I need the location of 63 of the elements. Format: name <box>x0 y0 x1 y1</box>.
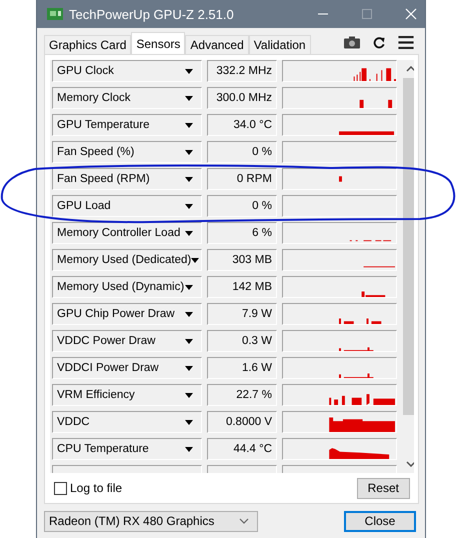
checkbox-label: Log to file <box>70 481 122 495</box>
sensor-value: 6 % <box>207 222 277 244</box>
sensor-select[interactable]: GPU Chip Power Draw <box>52 303 202 325</box>
sensor-select[interactable]: Memory Controller Load <box>52 222 202 244</box>
sensor-select[interactable]: Fan Speed (%) <box>52 141 202 163</box>
sensor-value: 142 MB <box>207 276 277 298</box>
sensor-value: 0.8000 V <box>207 411 277 433</box>
menu-icon[interactable] <box>398 36 414 49</box>
sensor-select[interactable]: GPU Clock <box>52 60 202 82</box>
sensor-select[interactable]: VRM Efficiency <box>52 384 202 406</box>
sensor-select[interactable]: GPU Temperature <box>52 114 202 136</box>
sensor-value: 0.3 W <box>207 330 277 352</box>
sensor-select[interactable]: Memory Clock <box>52 87 202 109</box>
dropdown-arrow-icon <box>185 96 193 100</box>
sensor-value: 303 MB <box>207 249 277 271</box>
sensor-select[interactable]: Fan Speed (RPM) <box>52 168 202 190</box>
close-button[interactable]: Close <box>344 510 416 532</box>
checkbox[interactable] <box>54 482 67 494</box>
dropdown-arrow-icon <box>185 392 193 398</box>
dropdown-arrow-icon <box>185 150 193 154</box>
sensor-value: 0 % <box>207 195 277 217</box>
sensor-value: 34.0 °C <box>207 114 277 136</box>
close-icon[interactable] <box>405 8 417 20</box>
tab[interactable]: Sensors <box>131 32 186 54</box>
sensor-value: 44.4 °C <box>207 438 277 460</box>
sensor-value: 22.7 % <box>207 384 277 406</box>
sensor-value: 7.9 W <box>207 303 277 325</box>
dropdown-arrow-icon <box>185 446 193 452</box>
sensor-value: 0 % <box>207 141 277 163</box>
sensor-value: 0 RPM <box>207 168 277 190</box>
dropdown-arrow-icon <box>185 122 193 128</box>
dropdown-arrow-icon <box>185 284 193 290</box>
tab[interactable]: Validation <box>248 35 311 54</box>
sensor-value: 332.2 MHz <box>207 60 277 82</box>
dropdown-arrow-icon <box>185 312 193 316</box>
sensor-select[interactable]: CPU Temperature <box>52 438 202 460</box>
dropdown-arrow-icon <box>185 420 193 424</box>
dropdown-arrow-icon <box>185 176 193 182</box>
tab[interactable]: Advanced <box>185 35 249 54</box>
window-title: TechPowerUp GPU-Z 2.51.0 <box>69 6 234 22</box>
dropdown-arrow-icon <box>185 204 193 208</box>
sensor-select[interactable]: Memory Used (Dynamic) <box>52 276 202 298</box>
dropdown-arrow-icon <box>191 258 200 262</box>
sensor-value: 1.6 W <box>207 357 277 379</box>
sensor-select[interactable]: GPU Load <box>52 195 202 217</box>
sensor-select[interactable]: Memory Used (Dedicated) <box>52 249 202 271</box>
dropdown-arrow-icon <box>185 68 193 74</box>
sensor-select[interactable]: VDDCI Power Draw <box>52 357 202 379</box>
app-icon <box>47 7 63 21</box>
dropdown-arrow-icon <box>185 338 193 344</box>
chevron-icon <box>239 518 249 524</box>
device-dropdown[interactable]: Radeon (TM) RX 480 Graphics <box>44 510 258 532</box>
camera-icon[interactable] <box>344 36 360 49</box>
tab[interactable]: Graphics Card <box>44 35 132 54</box>
dropdown-arrow-icon <box>185 366 193 370</box>
scroll-up-icon[interactable] <box>406 66 414 72</box>
sensor-value: 300.0 MHz <box>207 87 277 109</box>
sensor-select[interactable]: VDDC Power Draw <box>52 330 202 352</box>
scroll-down-icon[interactable] <box>406 461 414 467</box>
refresh-icon[interactable] <box>371 36 387 49</box>
reset-button[interactable]: Reset <box>356 478 410 498</box>
dropdown-arrow-icon <box>185 230 193 236</box>
sensor-select[interactable]: VDDC <box>52 411 202 433</box>
